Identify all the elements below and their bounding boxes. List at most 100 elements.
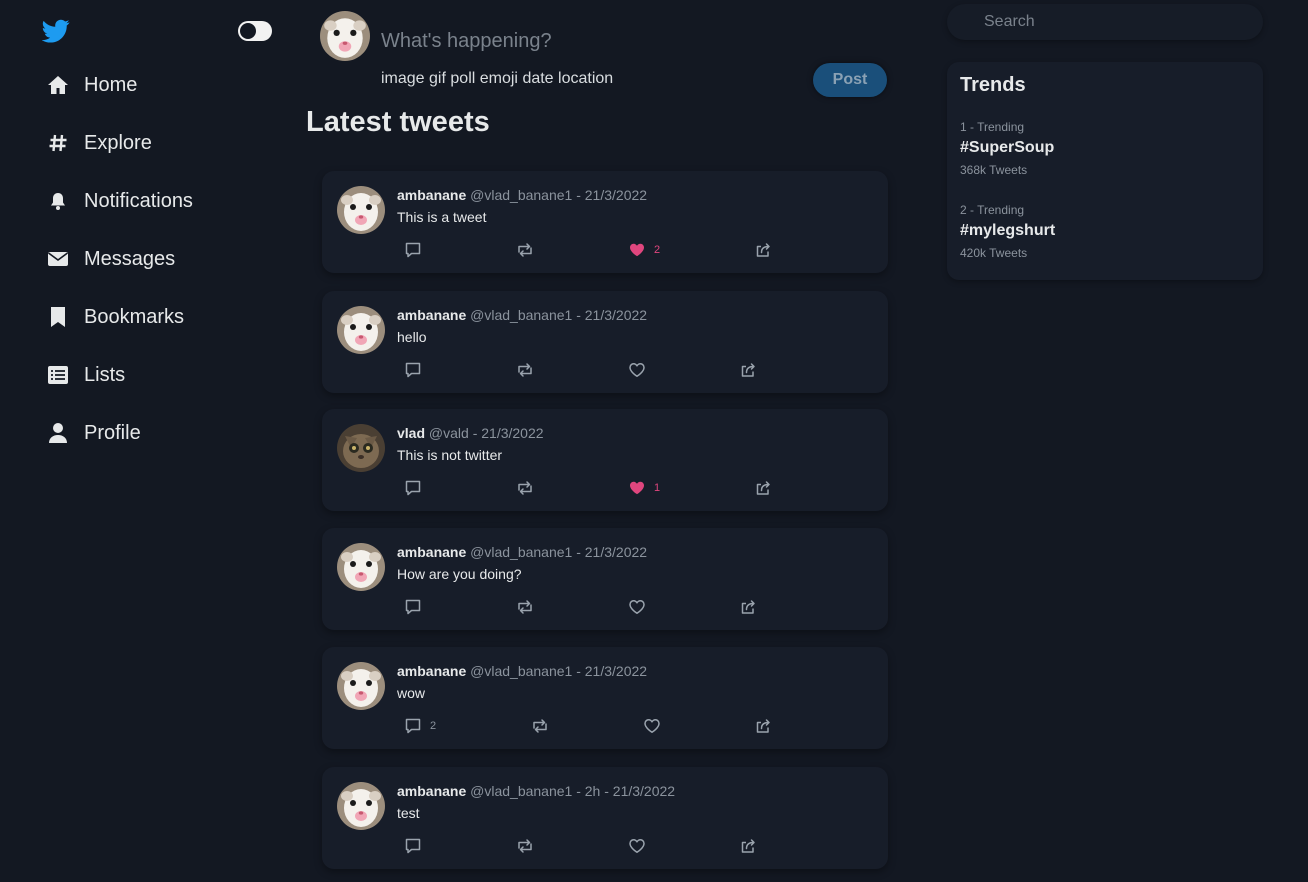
- sidebar: Home Explore Notifications Messages Book…: [0, 0, 290, 882]
- tweet-author-name[interactable]: ambanane: [397, 783, 466, 799]
- share-icon: [755, 479, 773, 497]
- like-button[interactable]: [643, 717, 669, 735]
- tweet-text: wow: [397, 685, 426, 701]
- sidebar-item-label: Explore: [84, 131, 152, 154]
- post-button[interactable]: Post: [813, 63, 887, 97]
- retweet-button[interactable]: [516, 241, 534, 259]
- tweet-handle: @vlad_banane1: [470, 307, 573, 323]
- avatar[interactable]: [337, 424, 385, 472]
- compose-avatar[interactable]: [320, 11, 370, 61]
- avatar[interactable]: [337, 543, 385, 591]
- trend-tag[interactable]: #SuperSoup: [960, 139, 1054, 157]
- tweet-handle: @vlad_banane1: [470, 544, 573, 560]
- sidebar-item-explore[interactable]: Explore: [46, 127, 152, 159]
- avatar[interactable]: [337, 662, 385, 710]
- comment-button[interactable]: [404, 361, 430, 379]
- like-button[interactable]: [628, 361, 654, 379]
- retweet-button[interactable]: [516, 479, 534, 497]
- emoji-button[interactable]: emoji: [480, 70, 518, 87]
- tweet-handle: @vlad_banane1: [470, 187, 573, 203]
- avatar[interactable]: [337, 306, 385, 354]
- trend-item[interactable]: 1 - Trending #SuperSoup 368k Tweets: [960, 120, 1054, 177]
- trend-tag[interactable]: #mylegshurt: [960, 222, 1055, 240]
- sidebar-item-lists[interactable]: Lists: [46, 359, 125, 391]
- tweet-time: - 21/3/2022: [576, 544, 648, 560]
- gif-button[interactable]: gif: [429, 70, 446, 87]
- user-icon: [46, 421, 70, 445]
- tweet-card[interactable]: vlad @vald - 21/3/2022 This is not twitt…: [322, 409, 888, 511]
- tweet-card[interactable]: ambanane @vlad_banane1 - 21/3/2022 This …: [322, 171, 888, 273]
- sidebar-item-profile[interactable]: Profile: [46, 417, 141, 449]
- tweet-text: This is a tweet: [397, 209, 487, 225]
- heart-icon: [628, 837, 646, 855]
- like-button[interactable]: 2: [628, 241, 660, 259]
- retweet-icon: [516, 241, 534, 259]
- comment-button[interactable]: [404, 241, 430, 259]
- location-button[interactable]: location: [558, 70, 613, 87]
- comment-button[interactable]: [404, 479, 430, 497]
- sidebar-item-bookmarks[interactable]: Bookmarks: [46, 301, 184, 333]
- feed-title: Latest tweets: [306, 106, 490, 138]
- sidebar-item-home[interactable]: Home: [46, 69, 137, 101]
- share-icon: [740, 837, 758, 855]
- retweet-button[interactable]: [516, 598, 534, 616]
- date-button[interactable]: date: [522, 70, 553, 87]
- share-button[interactable]: [740, 361, 758, 379]
- sidebar-item-label: Profile: [84, 421, 141, 444]
- tweet-author-name[interactable]: ambanane: [397, 544, 466, 560]
- share-button[interactable]: [740, 837, 758, 855]
- comment-button[interactable]: 2: [404, 717, 436, 735]
- heart-filled-icon: [628, 479, 646, 497]
- trend-count: 368k Tweets: [960, 163, 1028, 177]
- tweet-card[interactable]: ambanane @vlad_banane1 - 21/3/2022 hello: [322, 291, 888, 393]
- comment-count: 2: [430, 720, 437, 732]
- share-icon: [755, 717, 773, 735]
- comment-icon: [404, 837, 422, 855]
- bell-icon: [46, 189, 70, 213]
- trend-item[interactable]: 2 - Trending #mylegshurt 420k Tweets: [960, 203, 1055, 260]
- share-button[interactable]: [755, 241, 773, 259]
- search-input[interactable]: [947, 4, 1263, 40]
- avatar[interactable]: [337, 782, 385, 830]
- like-button[interactable]: [628, 837, 654, 855]
- tweet-author-name[interactable]: vlad: [397, 425, 425, 441]
- sidebar-item-label: Home: [84, 73, 138, 96]
- trends-panel: Trends 1 - Trending #SuperSoup 368k Twee…: [947, 62, 1263, 280]
- retweet-icon: [516, 598, 534, 616]
- share-icon: [755, 241, 773, 259]
- tweet-author-name[interactable]: ambanane: [397, 187, 466, 203]
- tweet-card[interactable]: ambanane @vlad_banane1 - 21/3/2022 How a…: [322, 528, 888, 630]
- tweet-time: - 21/3/2022: [576, 187, 648, 203]
- list-icon: [46, 363, 70, 387]
- compose-input[interactable]: [381, 28, 801, 54]
- sidebar-item-label: Messages: [84, 247, 176, 270]
- retweet-button[interactable]: [531, 717, 549, 735]
- sidebar-item-messages[interactable]: Messages: [46, 243, 175, 275]
- twitter-logo-icon[interactable]: [42, 17, 70, 45]
- tweet-time: - 21/3/2022: [576, 663, 648, 679]
- tweet-handle: @vald: [428, 425, 469, 441]
- retweet-button[interactable]: [516, 361, 534, 379]
- retweet-button[interactable]: [516, 837, 534, 855]
- tweet-author-name[interactable]: ambanane: [397, 663, 466, 679]
- share-button[interactable]: [740, 598, 758, 616]
- tweet-text: hello: [397, 329, 427, 345]
- tweet-time: - 21/3/2022: [576, 307, 648, 323]
- tweet-card[interactable]: ambanane @vlad_banane1 - 21/3/2022 wow 2: [322, 647, 888, 749]
- image-button[interactable]: image: [381, 70, 425, 87]
- like-button[interactable]: [628, 598, 654, 616]
- sidebar-item-notifications[interactable]: Notifications: [46, 185, 193, 217]
- share-button[interactable]: [755, 479, 773, 497]
- theme-toggle[interactable]: [238, 21, 272, 41]
- share-button[interactable]: [755, 717, 773, 735]
- sidebar-item-label: Notifications: [84, 189, 193, 212]
- tweet-author-name[interactable]: ambanane: [397, 307, 466, 323]
- avatar[interactable]: [337, 186, 385, 234]
- tweet-handle: @vlad_banane1: [470, 663, 573, 679]
- comment-button[interactable]: [404, 837, 430, 855]
- comment-button[interactable]: [404, 598, 430, 616]
- tweet-text: test: [397, 805, 420, 821]
- like-button[interactable]: 1: [628, 479, 660, 497]
- poll-button[interactable]: poll: [450, 70, 475, 87]
- tweet-card[interactable]: ambanane @vlad_banane1 - 2h - 21/3/2022 …: [322, 767, 888, 869]
